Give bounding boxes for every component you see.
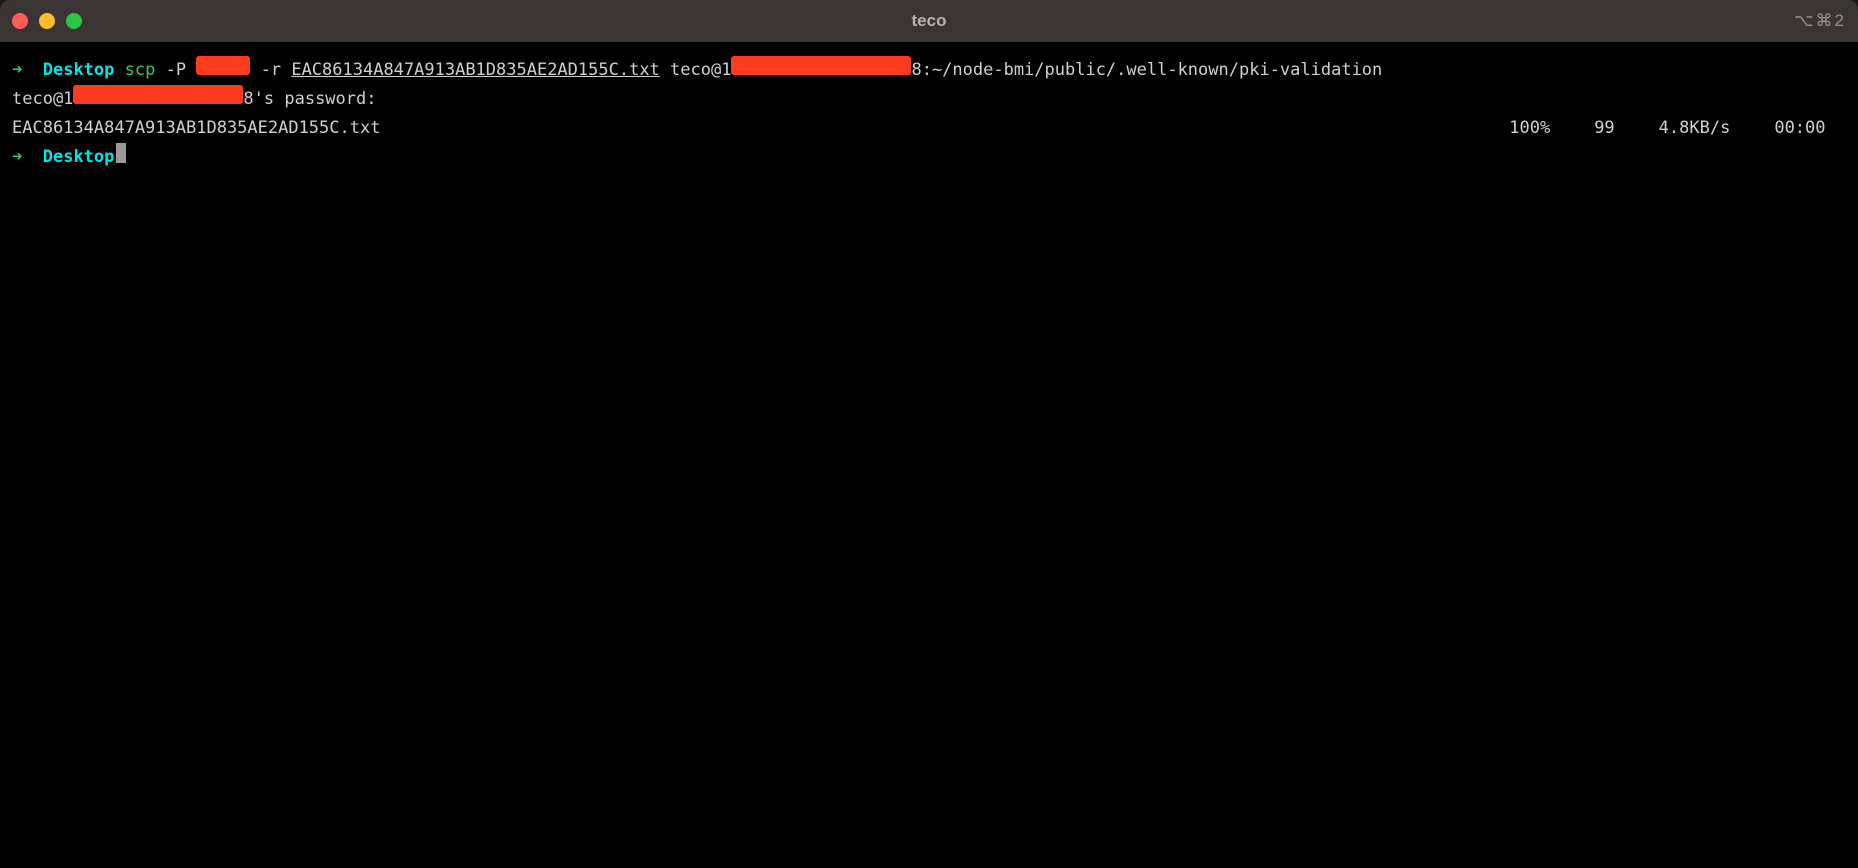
command-name: scp bbox=[125, 56, 156, 85]
maximize-button[interactable] bbox=[66, 13, 82, 29]
dest-user-host-prefix: teco@1 bbox=[670, 56, 731, 85]
transfer-percent: 100% bbox=[1465, 114, 1550, 143]
window-shortcut-hint: ⌥⌘2 bbox=[1794, 11, 1846, 31]
redacted-ip: xx.xxx.xxx.xx bbox=[731, 56, 911, 75]
flag-port: -P bbox=[166, 56, 186, 85]
transfer-eta: 00:00 bbox=[1730, 114, 1825, 143]
flag-recursive: -r bbox=[261, 56, 281, 85]
prompt-cwd: Desktop bbox=[43, 143, 115, 172]
password-prompt-suffix: 8's password: bbox=[243, 85, 376, 114]
traffic-lights bbox=[12, 13, 82, 29]
cursor[interactable] bbox=[116, 143, 126, 163]
prompt-arrow-icon: ➜ bbox=[12, 143, 22, 172]
redacted-ip: xx.xxx.xxx.xx bbox=[73, 85, 243, 104]
redacted-port: xxxx bbox=[196, 56, 250, 75]
transfer-bytes: 99 bbox=[1550, 114, 1614, 143]
minimize-button[interactable] bbox=[39, 13, 55, 29]
terminal-line-command: ➜ Desktop scp -P xxxx -r EAC86134A847A91… bbox=[12, 56, 1846, 85]
close-button[interactable] bbox=[12, 13, 28, 29]
terminal-line-transfer: EAC86134A847A913AB1D835AE2AD155C.txt 100… bbox=[12, 114, 1846, 143]
window-titlebar: teco ⌥⌘2 bbox=[0, 0, 1858, 42]
prompt-arrow-icon: ➜ bbox=[12, 56, 22, 85]
transfer-filename: EAC86134A847A913AB1D835AE2AD155C.txt bbox=[12, 114, 380, 143]
terminal-line-password-prompt: teco@1xx.xxx.xxx.xx8's password: bbox=[12, 85, 1846, 114]
window-title: teco bbox=[912, 11, 947, 31]
terminal-line-prompt: ➜ Desktop bbox=[12, 143, 1846, 172]
source-file: EAC86134A847A913AB1D835AE2AD155C.txt bbox=[291, 56, 659, 85]
transfer-rate: 4.8KB/s bbox=[1615, 114, 1731, 143]
dest-path: 8:~/node-bmi/public/.well-known/pki-vali… bbox=[911, 56, 1382, 85]
prompt-cwd: Desktop bbox=[43, 56, 115, 85]
terminal-area[interactable]: ➜ Desktop scp -P xxxx -r EAC86134A847A91… bbox=[0, 42, 1858, 868]
password-prompt-prefix: teco@1 bbox=[12, 85, 73, 114]
